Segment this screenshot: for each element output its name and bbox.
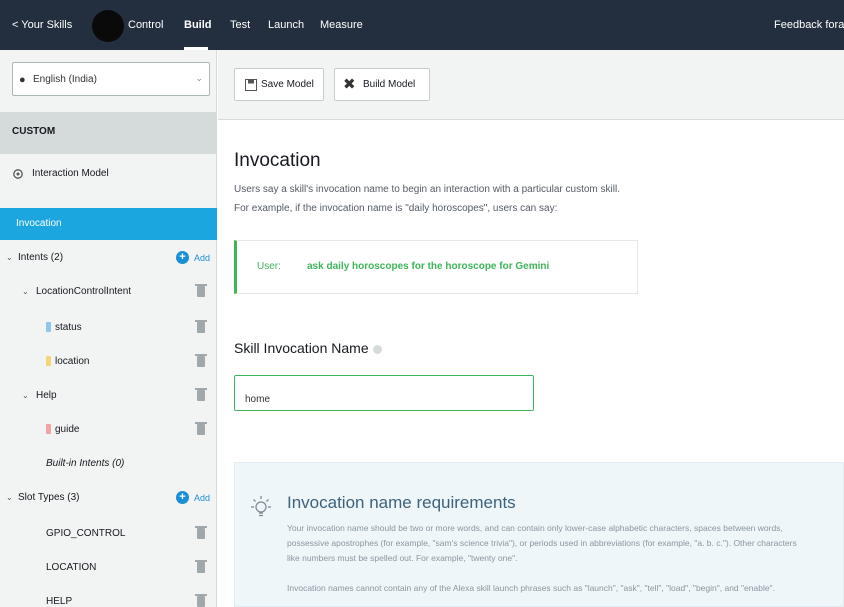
example-utterance: ask daily horoscopes for the horoscope f…: [307, 261, 550, 272]
trash-icon[interactable]: [195, 354, 207, 367]
top-nav: < Your Skills Control Build Test Launch …: [0, 0, 844, 50]
tab-build[interactable]: Build: [184, 0, 212, 50]
example-speaker: User:: [257, 261, 281, 272]
sidebar-item-label: Intents (2): [18, 252, 64, 263]
requirements-text: like numbers must be spelled out. For ex…: [287, 553, 518, 563]
sidebar-item-slot-type[interactable]: LOCATION: [0, 552, 217, 584]
trash-icon[interactable]: [195, 320, 207, 333]
slot-color-icon: [46, 322, 51, 333]
requirements-text: Your invocation name should be two or mo…: [287, 523, 783, 533]
sidebar-item-intents[interactable]: ⌄ Intents (2) + Add: [0, 242, 217, 274]
add-intent-icon[interactable]: +: [176, 251, 189, 264]
sidebar-item-slot-types[interactable]: ⌄ Slot Types (3) + Add: [0, 482, 217, 514]
sidebar-item-label: Invocation: [16, 218, 62, 229]
tab-measure[interactable]: Measure: [320, 0, 363, 50]
skill-invocation-name-text: Skill Invocation Name: [234, 340, 369, 356]
tab-control[interactable]: Control: [128, 0, 163, 50]
slot-color-icon: [46, 356, 51, 367]
main-content: Save Model ✖ Build Model Invocation User…: [218, 50, 844, 607]
invocation-description: Users say a skill's invocation name to b…: [234, 184, 620, 195]
example-utterance-box: User: ask daily horoscopes for the horos…: [234, 240, 638, 294]
sidebar-item-label: Interaction Model: [32, 168, 109, 179]
tab-launch[interactable]: Launch: [268, 0, 304, 50]
slot-name: status: [55, 322, 82, 333]
save-icon: [245, 79, 257, 91]
slot-type-name: GPIO_CONTROL: [46, 528, 126, 539]
requirements-title: Invocation name requirements: [287, 493, 516, 512]
chevron-down-icon: ⌄: [22, 391, 29, 400]
globe-icon: ●: [19, 74, 26, 86]
sidebar-item-interaction-model[interactable]: Interaction Model: [0, 158, 217, 190]
intent-name: LocationControlIntent: [36, 286, 132, 297]
sidebar-item-invocation[interactable]: Invocation: [0, 208, 217, 240]
chevron-down-icon: ⌄: [6, 253, 13, 262]
sidebar-item-intent[interactable]: ⌄ LocationControlIntent: [0, 276, 217, 308]
chevron-down-icon: ⌄: [195, 73, 203, 83]
lightbulb-icon: [251, 496, 271, 517]
add-intent-link[interactable]: Add: [194, 242, 210, 274]
tools-icon: ✖: [343, 76, 356, 93]
avatar: [92, 10, 124, 42]
sidebar-item-label: Built-in Intents (0): [46, 458, 125, 469]
slot-name: location: [55, 356, 90, 367]
sidebar: ● English (India) ⌄ CUSTOM Interaction M…: [0, 50, 217, 607]
language-select[interactable]: ● English (India) ⌄: [12, 62, 210, 96]
requirements-text: Invocation names cannot contain any of t…: [287, 583, 775, 593]
sidebar-item-intent[interactable]: ⌄ Help: [0, 380, 217, 412]
trash-icon[interactable]: [195, 388, 207, 401]
feedback-link[interactable]: Feedback fora: [774, 0, 844, 50]
sidebar-item-builtin-intents[interactable]: Built-in Intents (0): [0, 448, 217, 480]
language-select-value: English (India): [33, 74, 97, 85]
trash-icon[interactable]: [195, 284, 207, 297]
build-model-button[interactable]: ✖ Build Model: [334, 68, 430, 101]
gear-icon: [13, 169, 23, 179]
intent-name: Help: [36, 390, 57, 401]
add-slot-type-icon[interactable]: +: [176, 491, 189, 504]
slot-color-icon: [46, 424, 51, 435]
slot-name: guide: [55, 424, 80, 435]
invocation-name-input[interactable]: [234, 375, 534, 411]
slot-type-name: LOCATION: [46, 562, 97, 573]
sidebar-item-slot-type[interactable]: GPIO_CONTROL: [0, 518, 217, 550]
skill-invocation-name-label: Skill Invocation Name: [234, 340, 382, 356]
trash-icon[interactable]: [195, 594, 207, 607]
tab-test[interactable]: Test: [230, 0, 250, 50]
back-to-skills-link[interactable]: < Your Skills: [12, 0, 72, 50]
sidebar-item-label: Slot Types (3): [18, 492, 80, 503]
sidebar-item-slot[interactable]: location: [0, 346, 217, 378]
sidebar-item-slot[interactable]: guide: [0, 414, 217, 446]
trash-icon[interactable]: [195, 422, 207, 435]
page-title: Invocation: [234, 150, 321, 171]
invocation-requirements-panel: Invocation name requirements Your invoca…: [234, 462, 844, 607]
section-custom-header: CUSTOM: [0, 112, 217, 154]
invocation-example-intro: For example, if the invocation name is "…: [234, 203, 558, 214]
chevron-down-icon: ⌄: [6, 493, 13, 502]
sidebar-item-slot-type[interactable]: HELP: [0, 586, 217, 607]
save-model-label: Save Model: [261, 79, 314, 90]
toolbar: Save Model ✖ Build Model: [218, 50, 844, 120]
slot-type-name: HELP: [46, 596, 73, 607]
save-model-button[interactable]: Save Model: [234, 68, 324, 101]
add-slot-type-link[interactable]: Add: [194, 482, 210, 514]
requirements-text: possessive apostrophes (for example, "sa…: [287, 538, 797, 548]
sidebar-item-slot[interactable]: status: [0, 312, 217, 344]
build-model-label: Build Model: [363, 79, 416, 90]
chevron-down-icon: ⌄: [22, 287, 29, 296]
trash-icon[interactable]: [195, 560, 207, 573]
info-icon[interactable]: [372, 344, 382, 354]
trash-icon[interactable]: [195, 526, 207, 539]
